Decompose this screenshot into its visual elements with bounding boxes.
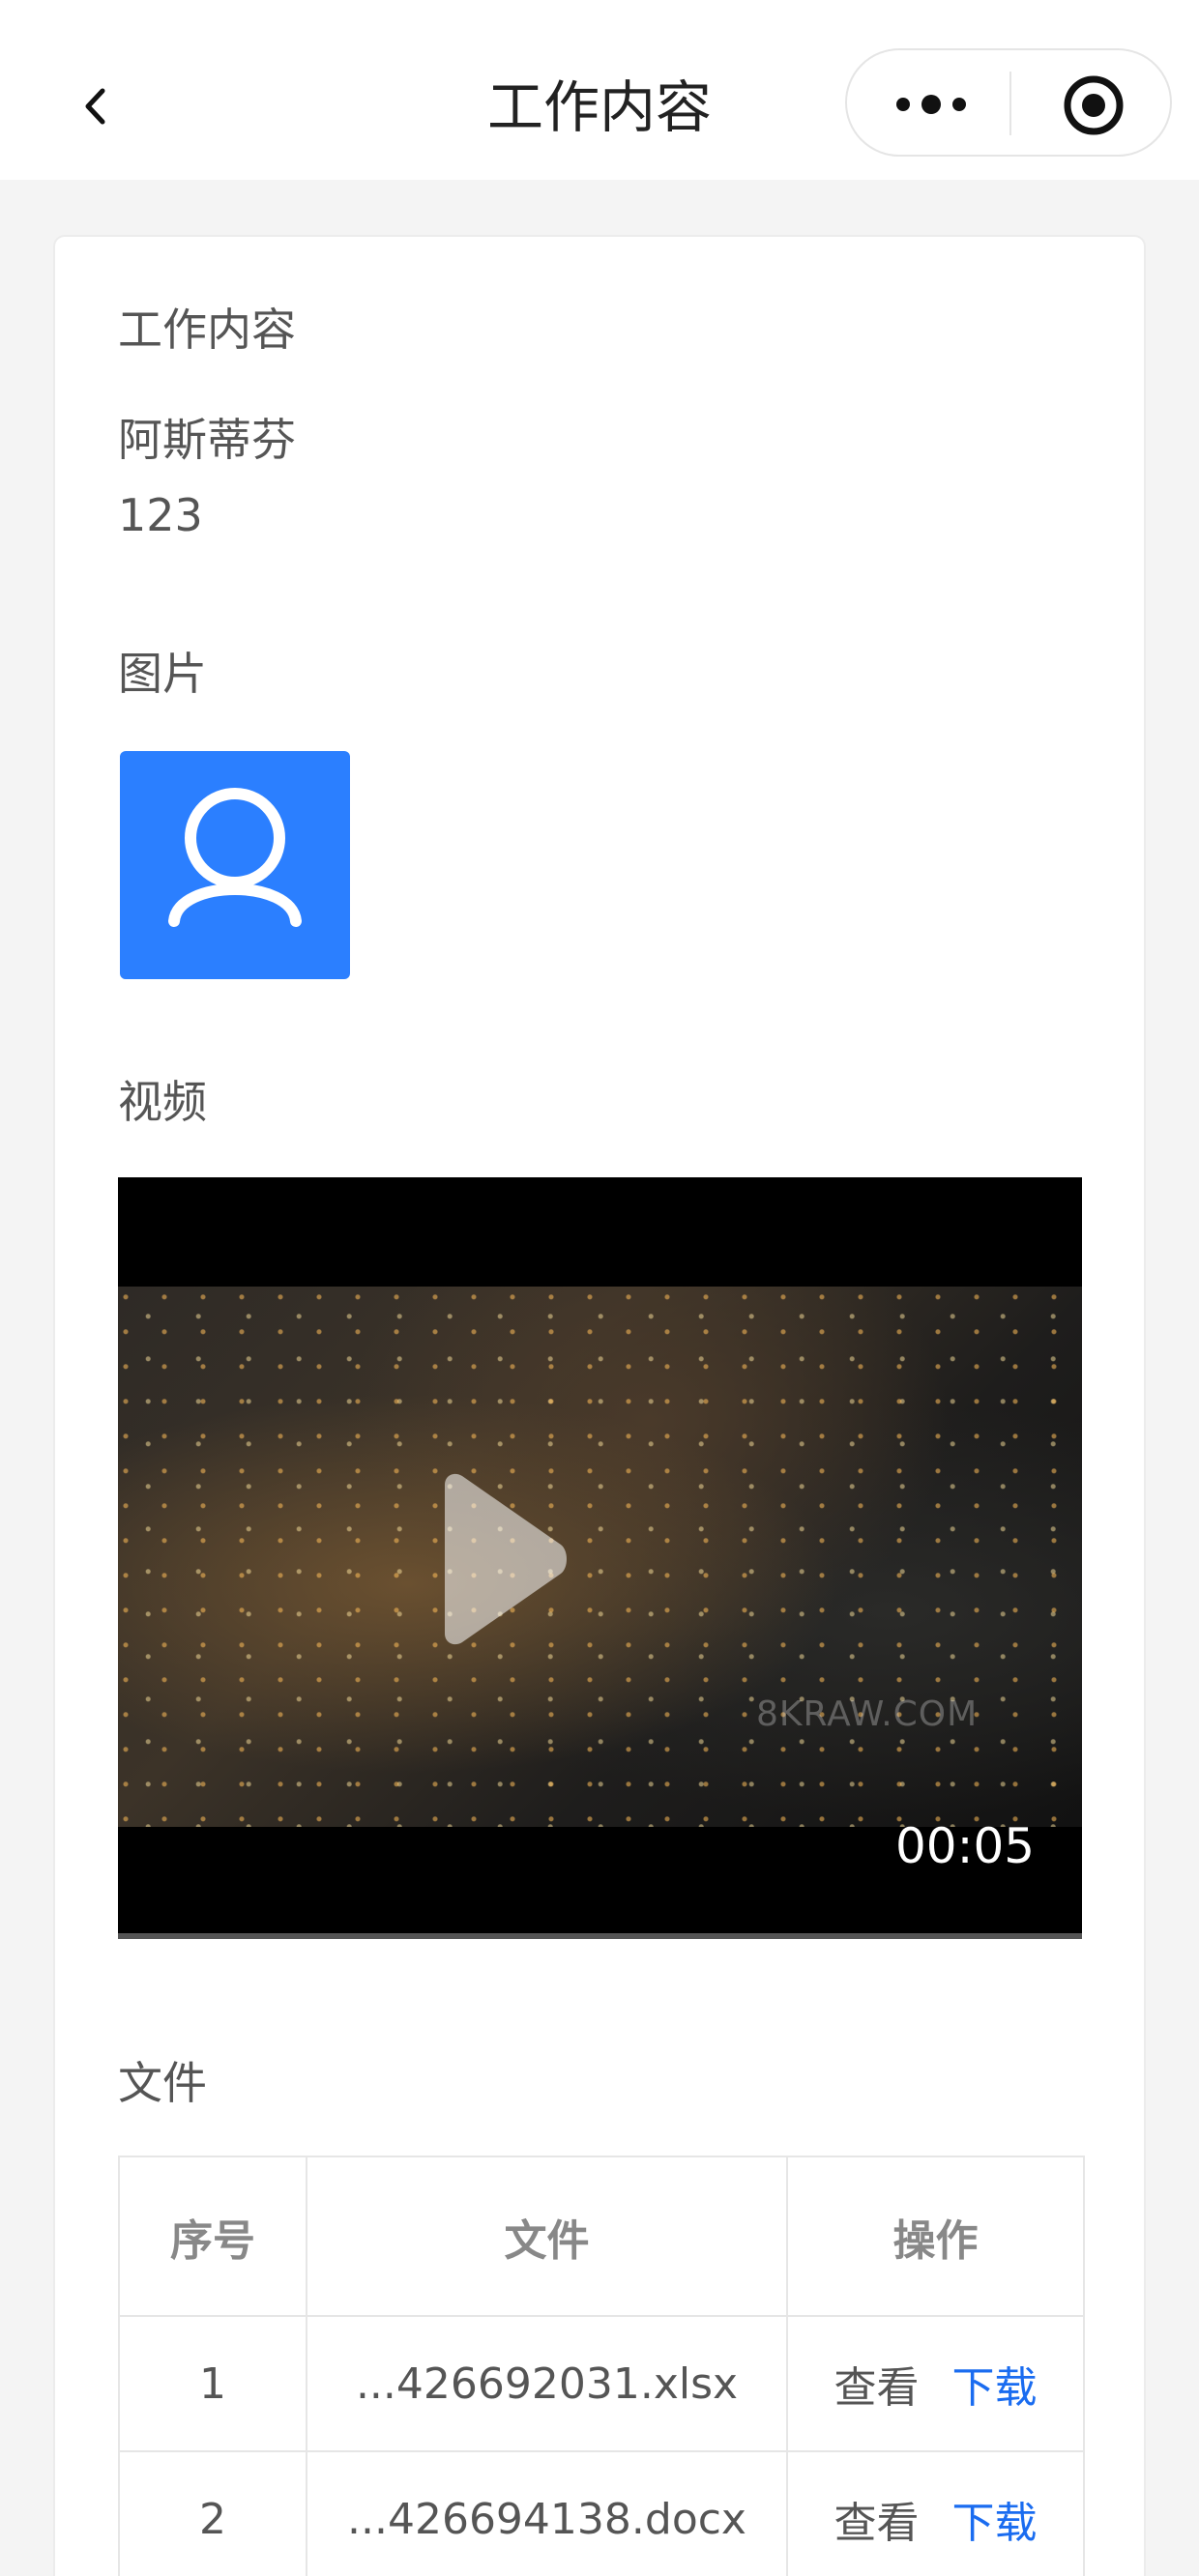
- row-file-name: ...426692031.xlsx: [306, 2315, 788, 2452]
- user-avatar-icon: [168, 788, 302, 927]
- view-link[interactable]: 查看: [834, 2499, 920, 2548]
- table-row: 2 ...426694138.docx 查看 下载: [118, 2450, 1085, 2576]
- row-file-name: ...426694138.docx: [306, 2450, 788, 2576]
- play-icon[interactable]: [406, 1467, 570, 1651]
- download-link[interactable]: 下载: [952, 2363, 1038, 2413]
- table-header-row: 序号 文件 操作: [118, 2156, 1085, 2317]
- header-action: 操作: [786, 2156, 1085, 2317]
- row-actions: 查看 下载: [786, 2450, 1085, 2576]
- close-mini-program-button[interactable]: [1062, 73, 1126, 137]
- download-link[interactable]: 下载: [952, 2499, 1038, 2548]
- file-table: 序号 文件 操作 1 ...426692031.xlsx 查看 下载 2 ...4…: [118, 2156, 1085, 2576]
- row-actions: 查看 下载: [786, 2315, 1085, 2452]
- video-label: 视频: [118, 1076, 207, 1128]
- image-thumbnail[interactable]: [120, 751, 350, 979]
- video-duration: 00:05: [895, 1818, 1036, 1874]
- video-watermark: 8KRAW.COM: [756, 1694, 979, 1734]
- work-content-line-1: 阿斯蒂芬: [118, 414, 296, 466]
- row-index: 2: [118, 2450, 307, 2576]
- work-content-label: 工作内容: [118, 304, 296, 356]
- file-label: 文件: [118, 2057, 207, 2109]
- view-link[interactable]: 查看: [834, 2363, 920, 2413]
- table-row: 1 ...426692031.xlsx 查看 下载: [118, 2315, 1085, 2452]
- capsule-divider: [1009, 72, 1011, 135]
- more-dots-icon: [896, 95, 966, 114]
- mini-program-capsule: [845, 48, 1172, 157]
- image-label: 图片: [118, 648, 207, 700]
- target-icon: [1064, 75, 1124, 135]
- video-frame: 8KRAW.COM: [118, 1287, 1082, 1827]
- more-button[interactable]: [890, 75, 973, 133]
- work-content-line-2: 123: [118, 489, 203, 541]
- header-index: 序号: [118, 2156, 307, 2317]
- row-index: 1: [118, 2315, 307, 2452]
- video-progress-bar[interactable]: [118, 1933, 1082, 1939]
- navigation-bar: 工作内容: [0, 0, 1199, 180]
- header-file: 文件: [306, 2156, 788, 2317]
